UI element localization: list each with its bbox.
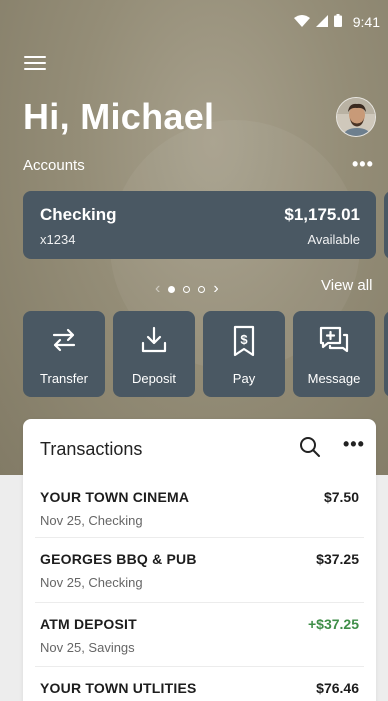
row-divider bbox=[35, 602, 364, 603]
chevron-left-icon[interactable]: ‹ bbox=[155, 280, 160, 298]
app-screen: 9:41 Hi, Michael Accounts ••• Checking x… bbox=[0, 0, 388, 701]
account-card-checking[interactable]: Checking x1234 $1,175.01 Available bbox=[23, 191, 376, 259]
message-label: Message bbox=[307, 371, 361, 386]
next-action-button[interactable] bbox=[384, 311, 388, 397]
transactions-more-icon[interactable]: ••• bbox=[343, 434, 365, 455]
hamburger-menu-icon[interactable] bbox=[24, 56, 46, 74]
account-pager: ‹ › bbox=[155, 280, 219, 298]
account-balance-label: Available bbox=[307, 232, 360, 247]
deposit-icon bbox=[141, 326, 167, 353]
pager-dot[interactable] bbox=[198, 285, 206, 293]
cell-signal-icon bbox=[316, 14, 328, 27]
table-row[interactable]: GEORGES BBQ & PUB Nov 25, Checking $37.2… bbox=[23, 537, 376, 601]
transaction-amount: $7.50 bbox=[323, 489, 359, 505]
transaction-merchant: YOUR TOWN CINEMA bbox=[40, 489, 190, 505]
transaction-meta: Nov 25, Checking bbox=[40, 513, 143, 528]
avatar[interactable] bbox=[336, 97, 376, 137]
chevron-right-icon[interactable]: › bbox=[213, 280, 218, 298]
next-account-card[interactable] bbox=[384, 191, 388, 259]
transactions-title: Transactions bbox=[40, 439, 143, 459]
row-divider bbox=[35, 666, 364, 667]
account-number: x1234 bbox=[40, 232, 76, 247]
transaction-meta: Nov 25, Savings bbox=[40, 640, 135, 655]
transfer-label: Transfer bbox=[40, 371, 88, 386]
deposit-button[interactable]: Deposit bbox=[113, 311, 195, 397]
view-all-link[interactable]: View all bbox=[321, 277, 372, 294]
greeting-title: Hi, Michael bbox=[23, 96, 215, 137]
user-avatar-icon bbox=[337, 98, 375, 136]
accounts-section-label: Accounts bbox=[23, 157, 85, 174]
deposit-label: Deposit bbox=[131, 371, 177, 386]
pager-dot[interactable] bbox=[168, 285, 176, 293]
transaction-meta: Nov 25, Checking bbox=[40, 575, 143, 590]
status-bar: 9:41 bbox=[0, 0, 388, 44]
transaction-merchant: ATM DEPOSIT bbox=[40, 616, 137, 632]
transaction-amount: $76.46 bbox=[316, 680, 359, 696]
battery-icon bbox=[334, 14, 342, 27]
transfer-icon bbox=[52, 328, 76, 352]
message-icon bbox=[319, 326, 349, 353]
transaction-merchant: YOUR TOWN UTLITIES bbox=[40, 680, 197, 696]
transaction-amount: +$37.25 bbox=[308, 616, 359, 632]
table-row[interactable]: YOUR TOWN CINEMA Nov 25, Checking $7.50 bbox=[23, 481, 376, 545]
svg-text:$: $ bbox=[240, 332, 248, 347]
table-row[interactable]: YOUR TOWN UTLITIES $76.46 bbox=[23, 666, 376, 701]
account-name: Checking bbox=[40, 205, 117, 224]
pager-dot[interactable] bbox=[183, 285, 191, 293]
status-time: 9:41 bbox=[352, 14, 380, 30]
transaction-merchant: GEORGES BBQ & PUB bbox=[40, 551, 197, 567]
pay-label: Pay bbox=[232, 371, 256, 386]
account-balance: $1,175.01 bbox=[284, 205, 360, 224]
pay-bill-icon: $ bbox=[233, 325, 255, 357]
transaction-amount: $37.25 bbox=[316, 551, 359, 567]
accounts-more-icon[interactable]: ••• bbox=[352, 154, 374, 175]
pay-button[interactable]: $ Pay bbox=[203, 311, 285, 397]
transfer-button[interactable]: Transfer bbox=[23, 311, 105, 397]
wifi-icon bbox=[294, 14, 310, 27]
message-button[interactable]: Message bbox=[293, 311, 375, 397]
transactions-card: Transactions ••• YOUR TOWN CINEMA Nov 25… bbox=[23, 419, 376, 701]
search-icon[interactable] bbox=[299, 436, 321, 458]
table-row[interactable]: ATM DEPOSIT Nov 25, Savings +$37.25 bbox=[23, 602, 376, 666]
row-divider bbox=[35, 537, 364, 538]
